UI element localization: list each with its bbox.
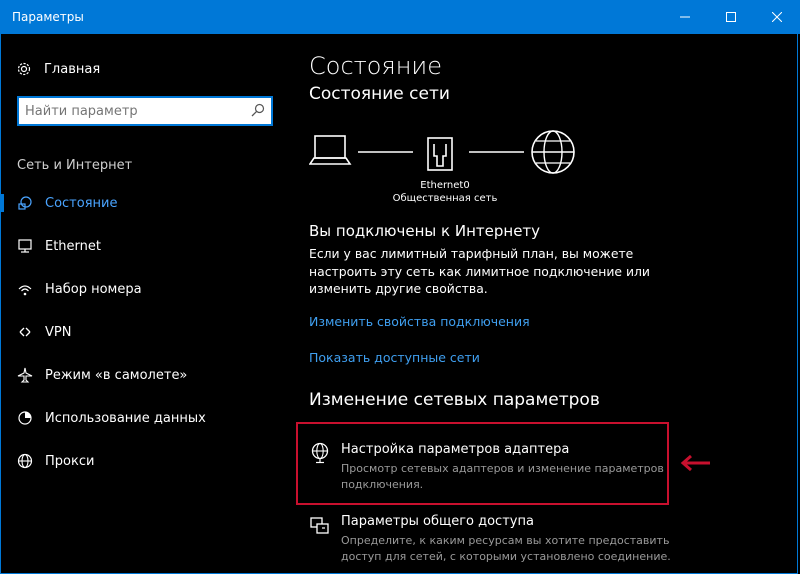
data-usage-icon	[16, 409, 34, 427]
gear-icon	[17, 62, 31, 76]
network-status-heading: Состояние сети	[309, 84, 450, 104]
ethernet-icon	[16, 237, 34, 255]
sidebar-item-ethernet[interactable]: Ethernet	[0, 229, 290, 263]
sidebar-item-vpn[interactable]: VPN	[0, 315, 290, 349]
sidebar-item-proxy[interactable]: Прокси	[0, 444, 290, 478]
search-input[interactable]	[25, 101, 245, 121]
sidebar-item-label: Состояние	[45, 195, 118, 211]
sidebar-item-label: Набор номера	[45, 281, 142, 297]
arrow-left-icon	[680, 454, 710, 472]
search-box[interactable]	[17, 96, 273, 126]
vpn-icon	[16, 323, 34, 341]
sidebar-item-data-usage[interactable]: Использование данных	[0, 401, 290, 435]
sharing-icon	[310, 517, 329, 534]
connected-heading: Вы подключены к Интернету	[309, 222, 541, 240]
dialup-icon	[16, 280, 34, 298]
adapter-name: Ethernet0	[420, 180, 470, 191]
close-button[interactable]	[754, 0, 800, 34]
sidebar-item-label: VPN	[45, 324, 72, 340]
ethernet-port-icon	[427, 137, 453, 171]
title-bar: Параметры	[0, 0, 800, 34]
sharing-settings-item[interactable]: Параметры общего доступа Определите, к к…	[309, 514, 679, 566]
change-connection-properties-link[interactable]: Изменить свойства подключения	[309, 314, 530, 329]
page-title: Состояние	[309, 52, 442, 80]
sidebar-item-label: Использование данных	[45, 410, 206, 426]
minimize-icon	[680, 16, 690, 18]
internet-globe-icon	[531, 130, 575, 174]
status-icon	[16, 194, 34, 212]
sidebar-item-label: Прокси	[45, 453, 95, 469]
home-label: Главная	[44, 61, 101, 77]
maximize-button[interactable]	[708, 0, 754, 34]
section-label: Сеть и Интернет	[17, 158, 133, 173]
sidebar-item-airplane[interactable]: Режим «в самолете»	[0, 358, 290, 392]
airplane-icon	[16, 366, 34, 384]
active-indicator	[0, 194, 4, 212]
maximize-icon	[726, 12, 736, 22]
sidebar-item-label: Режим «в самолете»	[45, 367, 188, 383]
show-available-networks-link[interactable]: Показать доступные сети	[309, 350, 480, 365]
search-icon[interactable]	[251, 103, 265, 117]
sharing-settings-title: Параметры общего доступа	[341, 514, 534, 529]
network-type: Общественная сеть	[392, 193, 498, 204]
home-nav[interactable]: Главная	[16, 60, 100, 78]
sharing-settings-description: Определите, к каким ресурсам вы хотите п…	[341, 534, 671, 563]
sidebar-item-dialup[interactable]: Набор номера	[0, 272, 290, 306]
change-settings-heading: Изменение сетевых параметров	[309, 390, 600, 410]
minimize-button[interactable]	[662, 0, 708, 34]
window-title: Параметры	[12, 10, 84, 24]
connected-description: Если у вас лимитный тарифный план, вы мо…	[309, 246, 650, 297]
laptop-icon	[309, 135, 352, 165]
globe-icon	[16, 452, 34, 470]
sidebar-item-status[interactable]: Состояние	[0, 186, 290, 220]
network-diagram	[309, 130, 575, 174]
highlight-box	[296, 422, 669, 505]
close-icon	[772, 12, 782, 22]
sidebar-item-label: Ethernet	[45, 238, 101, 254]
